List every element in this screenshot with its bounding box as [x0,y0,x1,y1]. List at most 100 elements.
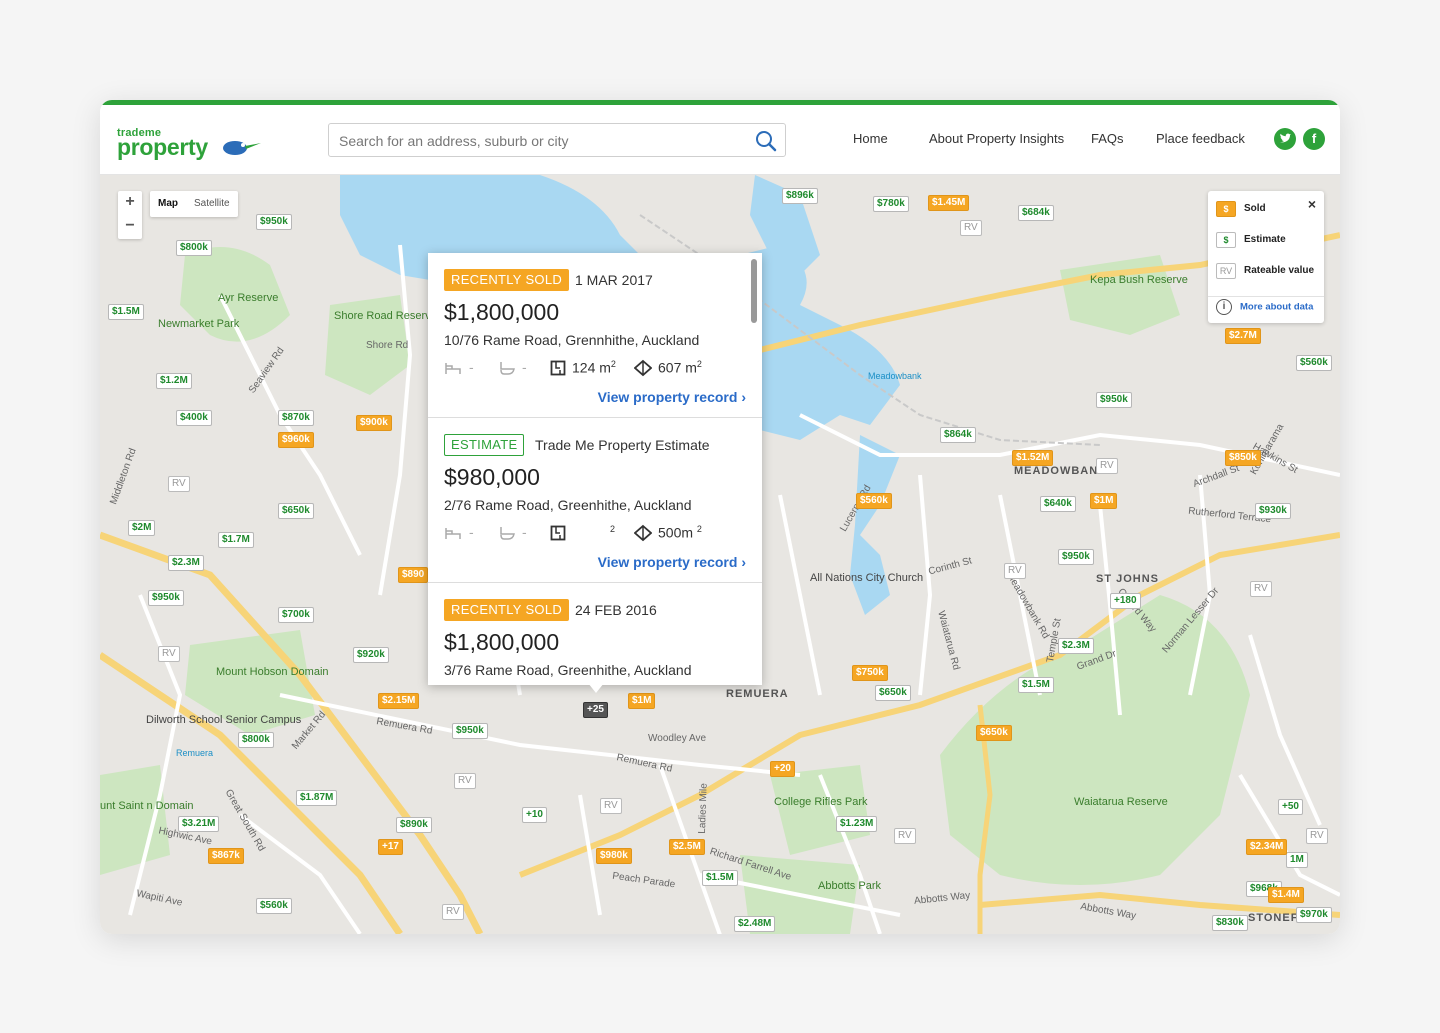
sold-pin[interactable]: $1.52M [1012,450,1054,466]
rv-pin[interactable]: RV [1250,581,1272,597]
estimate-pin[interactable]: $950k [452,723,488,739]
nav-faqs[interactable]: FAQs [1091,131,1124,146]
rv-pin[interactable]: RV [158,646,180,662]
estimate-pin[interactable]: $1.2M [156,373,192,389]
sold-pin[interactable]: $560k [856,493,892,509]
estimate-pin[interactable]: $2.48M [734,916,776,932]
estimate-pin[interactable]: $560k [256,898,292,914]
more-about-data-link[interactable]: i More about data [1216,299,1313,315]
sold-pin[interactable]: $750k [852,665,888,681]
sold-pin[interactable]: $650k [976,725,1012,741]
sold-pin[interactable]: $1M [628,693,656,709]
rv-pin[interactable]: RV [168,476,190,492]
legend-label: Sold [1244,203,1266,214]
trademe-property-logo[interactable]: trademe property [117,127,267,161]
estimate-pin[interactable]: +10 [522,807,547,823]
estimate-pin[interactable]: $650k [278,503,314,519]
sold-pin[interactable]: $1.45M [928,195,970,211]
logo-big-text: property [117,134,208,160]
estimate-pin[interactable]: $3.21M [178,816,220,832]
nav-about-property-insights[interactable]: About Property Insights [929,131,1064,146]
estimate-pin[interactable]: $1.5M [108,304,144,320]
search-icon[interactable] [755,130,777,152]
rv-pin[interactable]: RV [1096,458,1118,474]
sold-pin[interactable]: $2.7M [1225,328,1261,344]
estimate-pin[interactable]: $870k [278,410,314,426]
rv-pin[interactable]: RV [600,798,622,814]
sold-pin[interactable]: +20 [770,761,795,777]
estimate-swatch: $ [1216,232,1236,248]
estimate-pin[interactable]: $780k [873,196,909,212]
estimate-pin[interactable]: $950k [1096,392,1132,408]
nav-home[interactable]: Home [853,131,888,146]
zoom-out-button[interactable]: − [118,215,142,239]
estimate-pin[interactable]: $830k [1212,915,1248,931]
estimate-pin[interactable]: $950k [148,590,184,606]
rv-pin[interactable]: RV [960,220,982,236]
count-pin[interactable]: +50 [1278,799,1303,815]
sold-pin[interactable]: $890 [398,567,429,583]
estimate-pin[interactable]: $896k [782,188,818,204]
sold-pin[interactable]: $850k [1225,450,1261,466]
estimate-pin[interactable]: $1.23M [836,816,878,832]
estimate-pin[interactable]: $930k [1255,503,1291,519]
sold-pin[interactable]: $1M [1090,493,1118,509]
close-icon[interactable]: × [1308,196,1316,212]
cluster-marker[interactable]: +25 [583,702,608,718]
estimate-pin[interactable]: $2.3M [168,555,204,571]
map-canvas[interactable]: + − Map Satellite Ayr Reserve Newmarket … [100,175,1340,934]
estimate-pin[interactable]: $400k [176,410,212,426]
estimate-pin[interactable]: $684k [1018,205,1054,221]
sold-pin[interactable]: $2.34M [1246,839,1288,855]
estimate-pin[interactable]: $2.3M [1058,638,1094,654]
facebook-icon[interactable]: f [1303,128,1325,150]
search-input[interactable] [339,130,739,152]
sold-pin[interactable]: $980k [596,848,632,864]
rv-pin[interactable]: RV [1306,828,1328,844]
zoom-in-button[interactable]: + [118,191,142,215]
rv-pin[interactable]: RV [454,773,476,789]
legend-label: Rateable value [1244,265,1315,276]
sold-pin[interactable]: $867k [208,848,244,864]
estimate-pin[interactable]: $640k [1040,496,1076,512]
estimate-pin[interactable]: $920k [353,647,389,663]
estimate-pin[interactable]: $950k [256,214,292,230]
nav-place-feedback[interactable]: Place feedback [1156,131,1245,146]
estimate-pin[interactable]: $560k [1296,355,1332,371]
sold-pin[interactable]: +17 [378,839,403,855]
estimate-pin[interactable]: $950k [1058,549,1094,565]
estimate-pin[interactable]: $890k [396,817,432,833]
estimate-pin[interactable]: $1.5M [1018,677,1054,693]
estimate-pin[interactable]: 1M [1286,852,1308,868]
sold-pin[interactable]: $960k [278,432,314,448]
rv-pin[interactable]: RV [1004,563,1026,579]
property-popup[interactable]: RECENTLY SOLD 1 MAR 2017 $1,800,000 10/7… [428,253,762,685]
estimate-pin[interactable]: $970k [1296,907,1332,923]
sold-pin[interactable]: $2.5M [669,839,705,855]
twitter-icon[interactable] [1274,128,1296,150]
estimate-pin[interactable]: $800k [238,732,274,748]
estimate-pin[interactable]: $1.5M [702,870,738,886]
sold-pin[interactable]: $900k [356,415,392,431]
estimate-pin[interactable]: $700k [278,607,314,623]
estimate-pin[interactable]: $800k [176,240,212,256]
rv-pin[interactable]: RV [894,828,916,844]
sold-pin[interactable]: $2.15M [378,693,420,709]
estimate-pin[interactable]: $1.7M [218,532,254,548]
search-box[interactable] [328,123,786,157]
view-property-record-link[interactable]: View property record › [598,554,746,570]
sold-pin[interactable]: $1.4M [1268,887,1304,903]
count-pin[interactable]: +180 [1110,593,1141,609]
estimate-pin[interactable]: $650k [875,685,911,701]
land-area-value: 607 m [658,359,697,376]
land-area-icon [634,524,652,542]
rv-pin[interactable]: RV [442,904,464,920]
map-type-map[interactable]: Map [150,191,186,217]
estimate-pin[interactable]: $864k [940,427,976,443]
estimate-pin[interactable]: $1.87M [296,790,338,806]
rv-swatch: RV [1216,263,1236,279]
view-property-record-link[interactable]: View property record › [598,389,746,405]
estimate-pin[interactable]: $2M [128,520,156,536]
popup-scrollbar[interactable] [751,259,757,323]
map-type-satellite[interactable]: Satellite [186,191,238,217]
